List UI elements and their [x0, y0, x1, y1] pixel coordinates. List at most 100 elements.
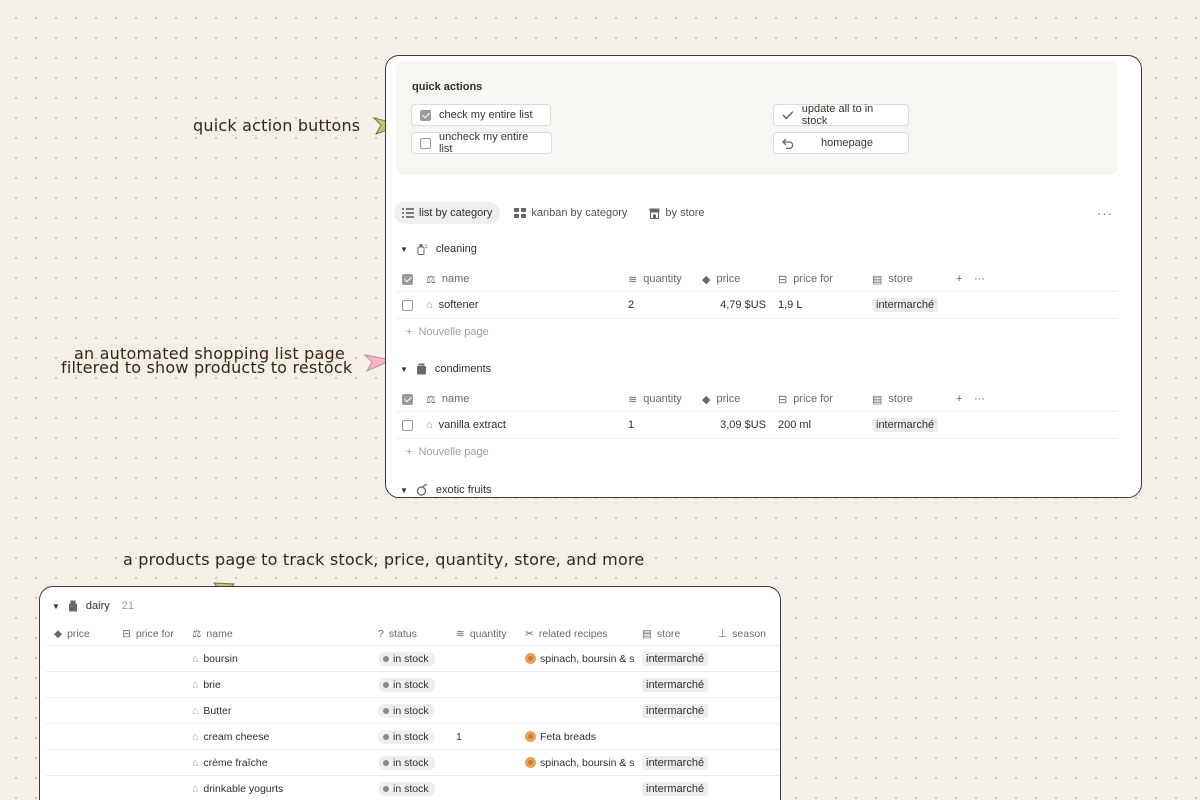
homepage-button[interactable]: homepage [773, 132, 909, 154]
board-icon [514, 208, 527, 218]
list-item[interactable]: ⌂ softener 2 4,79 $US 1,9 L intermarché [396, 292, 1118, 319]
tab-kanban-by-category[interactable]: kanban by category [506, 202, 635, 224]
recipe-link[interactable]: Feta breads [525, 731, 596, 743]
status-badge[interactable]: in stock [378, 781, 435, 796]
column-name[interactable]: name [442, 393, 470, 405]
update-all-in-stock-label: update all to in stock [801, 103, 874, 127]
column-options-icon[interactable]: ··· [974, 266, 985, 292]
product-name[interactable]: drinkable yogurts [203, 783, 283, 795]
column-price-for[interactable]: price for [136, 628, 174, 640]
store-tag[interactable]: intermarché [872, 418, 939, 432]
product-quantity[interactable]: 1 [456, 724, 462, 749]
product-name[interactable]: cream cheese [203, 731, 269, 743]
basket-icon: ⌂ [192, 756, 199, 769]
column-price-for[interactable]: price for [793, 393, 833, 405]
basket-icon: ⌂ [426, 419, 433, 431]
item-quantity[interactable]: 1 [628, 412, 634, 438]
column-price-for[interactable]: price for [793, 273, 833, 285]
item-name[interactable]: vanilla extract [439, 419, 506, 431]
update-all-in-stock-button[interactable]: update all to in stock [773, 103, 909, 127]
store-tag[interactable]: intermarché [642, 677, 709, 692]
table-row[interactable]: ⌂ drinkable yogurts in stock intermarché [46, 776, 780, 800]
column-quantity[interactable]: quantity [643, 393, 682, 405]
column-store[interactable]: store [888, 393, 912, 405]
item-quantity[interactable]: 2 [628, 292, 634, 318]
status-badge[interactable]: in stock [378, 755, 435, 770]
add-column-icon[interactable]: + [956, 266, 962, 292]
table-row[interactable]: ⌂ boursin in stock spinach, boursin & s i… [46, 646, 780, 672]
product-name[interactable]: brie [203, 679, 221, 691]
product-name[interactable]: crème fraîche [203, 757, 267, 769]
collapse-triangle-icon: ▼ [400, 485, 408, 495]
store-tag[interactable]: intermarché [642, 651, 709, 666]
column-status[interactable]: status [389, 628, 417, 640]
column-quantity[interactable]: quantity [643, 273, 682, 285]
table-row[interactable]: ⌂ brie in stock intermarché [46, 672, 780, 698]
name-column-icon: ⚖ [192, 627, 202, 640]
column-options-icon[interactable]: ··· [974, 386, 985, 412]
table-row[interactable]: ⌂ crème fraîche in stock spinach, boursin… [46, 750, 780, 776]
donut-icon [525, 731, 536, 742]
group-exotic-fruits[interactable]: ▼ exotic fruits [400, 484, 492, 496]
recipe-link[interactable]: spinach, boursin & s [525, 653, 635, 665]
fruit-icon [416, 484, 428, 496]
status-badge[interactable]: in stock [378, 677, 435, 692]
tab-list-by-category[interactable]: list by category [394, 202, 501, 224]
season-column-icon: ⊥ [718, 627, 728, 640]
product-name[interactable]: boursin [203, 653, 237, 665]
tab-by-store[interactable]: by store [641, 202, 712, 224]
column-price[interactable]: price [716, 273, 740, 285]
store-tag[interactable]: intermarché [642, 781, 709, 796]
select-all-checkbox-icon[interactable] [402, 393, 413, 405]
name-column-icon: ⚖ [426, 393, 436, 406]
group-cleaning[interactable]: ▼ cleaning [400, 243, 477, 255]
column-name[interactable]: name [206, 628, 232, 640]
item-price[interactable]: 4,79 $US [702, 292, 766, 318]
column-store[interactable]: store [888, 273, 912, 285]
row-checkbox-icon[interactable] [402, 419, 413, 431]
homepage-label: homepage [821, 137, 873, 149]
store-column-icon: ▤ [642, 627, 652, 640]
group-condiments[interactable]: ▼ condiments [400, 363, 491, 375]
status-badge[interactable]: in stock [378, 651, 435, 666]
item-name[interactable]: softener [439, 299, 479, 311]
collapse-triangle-icon: ▼ [400, 364, 408, 374]
item-price-for[interactable]: 1,9 L [778, 292, 802, 318]
list-item[interactable]: ⌂ vanilla extract 1 3,09 $US 200 ml inter… [396, 412, 1118, 439]
tab-list-by-category-label: list by category [419, 207, 493, 219]
column-name[interactable]: name [442, 273, 470, 285]
column-store[interactable]: store [657, 628, 680, 640]
group-dairy[interactable]: ▼ dairy 21 [52, 600, 134, 612]
column-season[interactable]: season [732, 628, 766, 640]
new-page-button[interactable]: + Nouvelle page [406, 446, 489, 458]
status-badge[interactable]: in stock [378, 729, 435, 744]
donut-icon [525, 757, 536, 768]
store-tag[interactable]: intermarché [642, 755, 709, 770]
select-all-checkbox-icon[interactable] [402, 273, 413, 285]
column-price[interactable]: price [67, 628, 90, 640]
quick-actions-title: quick actions [412, 81, 483, 93]
table-row[interactable]: ⌂ cream cheese in stock 1 Feta breads [46, 724, 780, 750]
product-name[interactable]: Butter [203, 705, 231, 717]
store-tag[interactable]: intermarché [642, 703, 709, 718]
list-icon [402, 208, 414, 218]
column-price[interactable]: price [716, 393, 740, 405]
uncheck-entire-list-button[interactable]: uncheck my entire list [411, 131, 552, 155]
table-row[interactable]: ⌂ Butter in stock intermarché [46, 698, 780, 724]
check-entire-list-button[interactable]: check my entire list [411, 104, 551, 126]
column-quantity[interactable]: quantity [470, 628, 507, 640]
annotation-products-page: a products page to track stock, price, q… [123, 550, 645, 569]
annotation-shopping-list-2: filtered to show products to restock [61, 358, 353, 377]
more-options-icon[interactable]: ··· [1097, 206, 1113, 221]
column-related-recipes[interactable]: related recipes [539, 628, 608, 640]
status-badge[interactable]: in stock [378, 703, 435, 718]
new-page-button[interactable]: + Nouvelle page [406, 326, 489, 338]
item-price[interactable]: 3,09 $US [702, 412, 766, 438]
store-tag[interactable]: intermarché [872, 298, 939, 312]
add-column-icon[interactable]: + [956, 386, 962, 412]
recipe-link[interactable]: spinach, boursin & s [525, 757, 635, 769]
row-checkbox-icon[interactable] [402, 299, 413, 311]
item-price-for[interactable]: 200 ml [778, 412, 811, 438]
quantity-column-icon: ≋ [456, 627, 465, 640]
store-column-icon: ▤ [872, 273, 883, 286]
